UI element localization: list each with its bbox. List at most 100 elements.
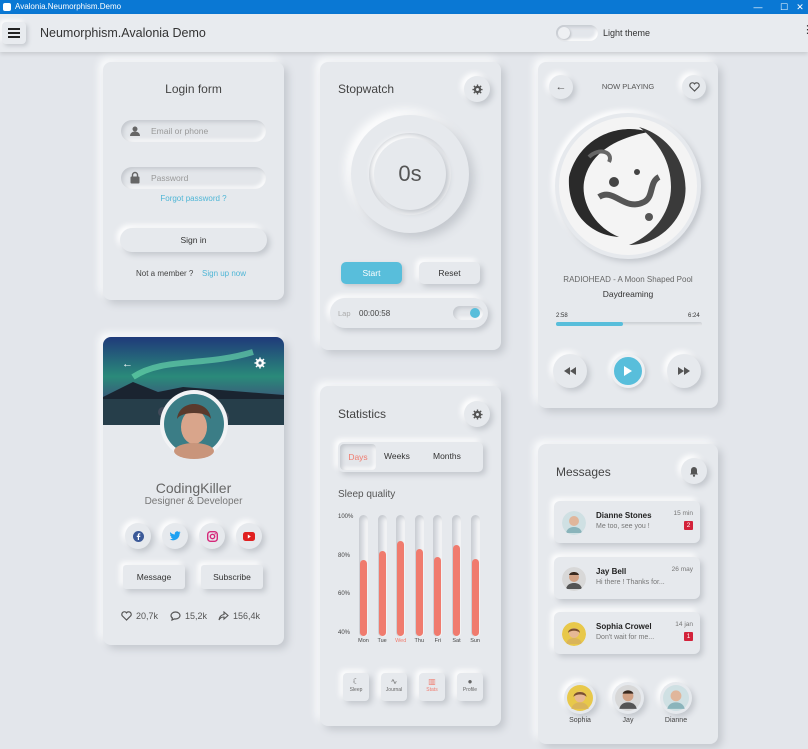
- youtube-icon: [243, 531, 255, 541]
- message-button[interactable]: Message: [123, 565, 185, 589]
- lap-toggle-knob: [470, 308, 480, 318]
- bar-sun: [471, 558, 479, 636]
- app-title: Neumorphism.Avalonia Demo: [40, 26, 206, 40]
- contact-name: Dianne: [664, 717, 688, 724]
- twitter-button[interactable]: [162, 523, 188, 549]
- share-icon[interactable]: [218, 611, 229, 621]
- not-member-text: Not a member ?: [136, 269, 194, 278]
- comments-count: 15,2k: [185, 611, 208, 621]
- bar-wed: [397, 541, 405, 636]
- nav-journal[interactable]: ∿ Journal: [381, 673, 407, 701]
- x-tick-label: Wed: [395, 638, 407, 644]
- bar-sat: [453, 545, 460, 636]
- twitter-icon: [169, 531, 181, 541]
- nav-sleep[interactable]: ☾ Sleep: [343, 673, 369, 701]
- messages-title: Messages: [556, 465, 611, 479]
- instagram-icon: [206, 530, 218, 542]
- contact-name: Jay: [622, 717, 634, 724]
- signin-button[interactable]: Sign in: [120, 228, 267, 252]
- forgot-password-link[interactable]: Forgot password ?: [103, 194, 284, 203]
- lap-toggle[interactable]: [453, 306, 483, 320]
- avatar: [663, 685, 689, 711]
- profile-avatar: [160, 390, 228, 459]
- rewind-icon: [564, 367, 576, 375]
- hamburger-menu-button[interactable]: [2, 22, 26, 44]
- total-time: 6:24: [688, 313, 700, 319]
- app-bar: Neumorphism.Avalonia Demo Light theme ⋮: [0, 14, 808, 52]
- bar-track: [452, 515, 461, 637]
- nav-profile[interactable]: ● Profile: [457, 673, 483, 701]
- bar-track: [359, 515, 368, 637]
- fast-forward-button[interactable]: [667, 354, 701, 388]
- contact-sophia[interactable]: [564, 682, 596, 714]
- user-icon: [130, 126, 140, 136]
- youtube-button[interactable]: [236, 523, 262, 549]
- heart-icon[interactable]: [121, 611, 132, 621]
- nav-label: Profile: [462, 687, 478, 693]
- x-tick-label: Mon: [358, 638, 369, 644]
- email-field[interactable]: Email or phone: [121, 120, 266, 142]
- profile-role: Designer & Developer: [144, 496, 243, 507]
- contact-name: Sophia: [569, 717, 591, 724]
- nav-label: Stats: [426, 687, 438, 693]
- message-time: 26 may: [671, 566, 693, 573]
- signup-link[interactable]: Sign up now: [202, 269, 246, 278]
- window-titlebar: Avalonia.Neumorphism.Demo — ☐ ✕: [0, 0, 808, 14]
- rewind-button[interactable]: [553, 354, 587, 388]
- password-placeholder: Password: [151, 173, 189, 183]
- reset-button[interactable]: Reset: [419, 262, 480, 284]
- app-icon: [3, 3, 11, 11]
- settings-gear-icon[interactable]: [254, 357, 266, 369]
- notifications-button[interactable]: [681, 458, 707, 484]
- heart-icon: [688, 82, 700, 92]
- message-item[interactable]: Jay Bell Hi there ! Thanks for... 26 may: [554, 557, 700, 599]
- toggle-knob: [558, 27, 570, 39]
- favorite-button[interactable]: [682, 75, 706, 99]
- bar-fri: [434, 556, 442, 636]
- lap-row: Lap 00:00:58: [330, 298, 488, 328]
- minimize-button[interactable]: —: [746, 0, 770, 14]
- message-sender: Jay Bell: [596, 567, 627, 576]
- bar-track: [396, 515, 406, 637]
- x-tick-label: Sat: [452, 638, 461, 644]
- subscribe-button[interactable]: Subscribe: [201, 565, 263, 589]
- nav-label: Sleep: [349, 687, 363, 693]
- more-menu-button[interactable]: ⋮: [802, 25, 808, 36]
- y-tick-label: 100%: [338, 514, 354, 520]
- facebook-button[interactable]: [125, 523, 151, 549]
- shares-count: 156,4k: [233, 611, 261, 621]
- message-time: 14 jan: [675, 621, 693, 628]
- stopwatch-settings-button[interactable]: [464, 76, 490, 102]
- close-button[interactable]: ✕: [792, 0, 808, 14]
- start-button[interactable]: Start: [341, 262, 402, 284]
- play-button[interactable]: [611, 354, 645, 388]
- track-title: Daydreaming: [602, 289, 654, 299]
- y-tick-label: 80%: [338, 552, 351, 559]
- progress-track[interactable]: [556, 322, 702, 326]
- message-item[interactable]: Sophia Crowel Don't wait for me... 14 ja…: [554, 612, 700, 654]
- back-arrow-icon[interactable]: ←: [122, 358, 133, 370]
- lap-label: Lap: [338, 309, 351, 318]
- fast-forward-icon: [678, 367, 690, 375]
- theme-toggle[interactable]: [556, 25, 598, 41]
- avatar: [567, 685, 593, 711]
- nav-stats[interactable]: ▥ Stats: [419, 673, 445, 701]
- nav-label: Journal: [385, 687, 403, 693]
- bar-tue: [378, 550, 386, 636]
- contact-dianne[interactable]: [660, 682, 692, 714]
- stopwatch-dial: 0s: [351, 115, 469, 233]
- instagram-button[interactable]: [199, 523, 225, 549]
- contact-jay[interactable]: [612, 682, 644, 714]
- password-field[interactable]: Password: [121, 167, 266, 189]
- unread-badge: 1: [684, 632, 693, 641]
- bar-track: [377, 515, 387, 637]
- message-sender: Dianne Stones: [596, 511, 652, 520]
- bar-thu: [415, 548, 423, 636]
- profile-icon: ●: [467, 677, 473, 686]
- gear-icon: [471, 83, 483, 95]
- player-card: ← NOW PLAYING RADIOHEAD - A Moon Shaped …: [538, 62, 718, 408]
- stopwatch-inner-ring: 0s: [369, 133, 451, 215]
- message-item[interactable]: Dianne Stones Me too, see you ! 15 min 2: [554, 501, 700, 543]
- theme-label: Light theme: [603, 28, 651, 38]
- comment-icon[interactable]: [170, 611, 181, 621]
